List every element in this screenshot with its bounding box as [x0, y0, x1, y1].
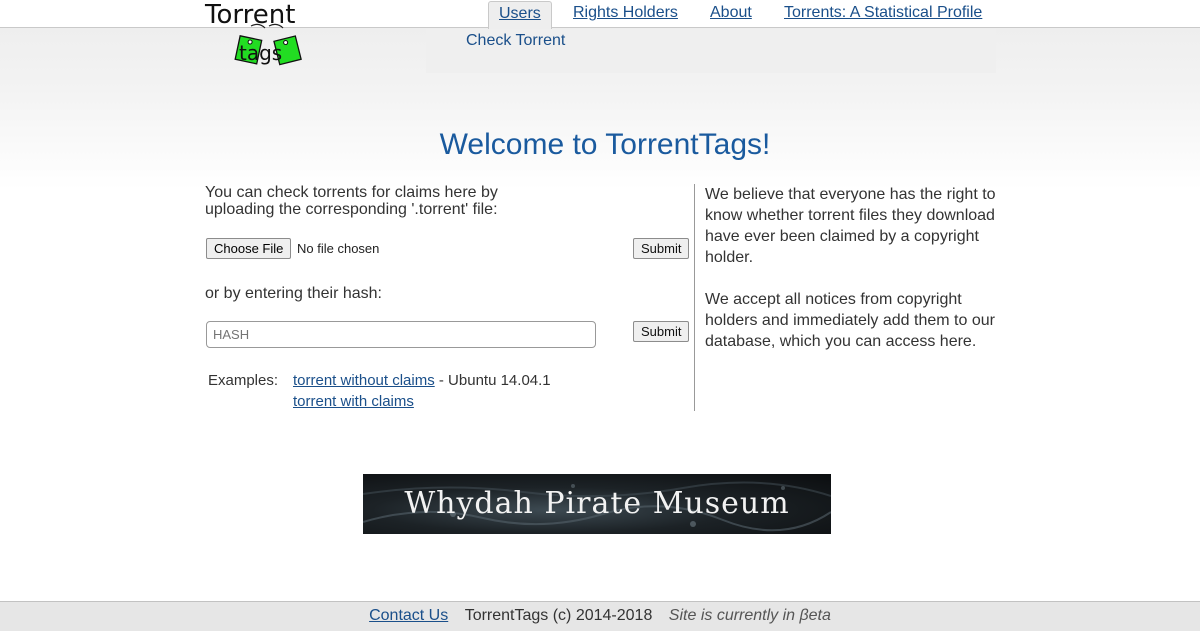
page-title: Welcome to TorrentTags! [439, 128, 771, 161]
info-paragraph-2: We accept all notices from copyright hol… [705, 291, 995, 350]
nav-statistical-profile[interactable]: Torrents: A Statistical Profile [784, 1, 982, 27]
check-torrent-link[interactable]: Check Torrent [466, 32, 565, 50]
check-panel: You can check torrents for claims here b… [205, 184, 695, 411]
hash-input[interactable] [206, 321, 596, 348]
info-panel: We believe that everyone has the right t… [705, 184, 1000, 373]
museum-banner[interactable]: Whydah Pirate Museum [363, 474, 831, 534]
example-1-description: - Ubuntu 14.04.1 [434, 372, 551, 389]
file-status-text: No file chosen [297, 241, 380, 256]
choose-file-button[interactable]: Choose File [206, 238, 292, 259]
example-without-claims-link[interactable]: torrent without claims [293, 372, 435, 389]
hash-instructions: or by entering their hash: [205, 285, 382, 302]
info-paragraph-1: We believe that everyone has the right t… [705, 186, 996, 266]
tag-icon: tags [234, 23, 302, 66]
submit-file-button[interactable]: Submit [633, 238, 690, 259]
column-divider [694, 184, 695, 411]
banner-title: Whydah Pirate Museum [404, 486, 790, 521]
beta-notice: Site is currently in βeta [668, 607, 831, 624]
copyright-text: TorrentTags (c) 2014-2018 [464, 607, 653, 624]
example-with-claims-link[interactable]: torrent with claims [293, 393, 414, 410]
logo-tag-text: tags [239, 41, 282, 65]
nav-users[interactable]: Users [488, 1, 552, 29]
examples-label: Examples: [208, 372, 279, 389]
file-upload-row: Choose File No file chosen Submit [205, 238, 695, 260]
nav-about[interactable]: About [710, 1, 752, 27]
nav-rights-holders[interactable]: Rights Holders [573, 1, 678, 27]
submit-hash-button[interactable]: Submit [633, 321, 690, 342]
site-logo[interactable]: Torrent tags [205, 2, 305, 72]
examples-list: torrent without claims - Ubuntu 14.04.1 … [293, 370, 693, 412]
footer: Contact Us TorrentTags (c) 2014-2018 Sit… [0, 601, 1200, 631]
upload-instructions: You can check torrents for claims here b… [205, 184, 498, 218]
sub-nav: Check Torrent [426, 29, 996, 73]
contact-us-link[interactable]: Contact Us [369, 607, 448, 624]
